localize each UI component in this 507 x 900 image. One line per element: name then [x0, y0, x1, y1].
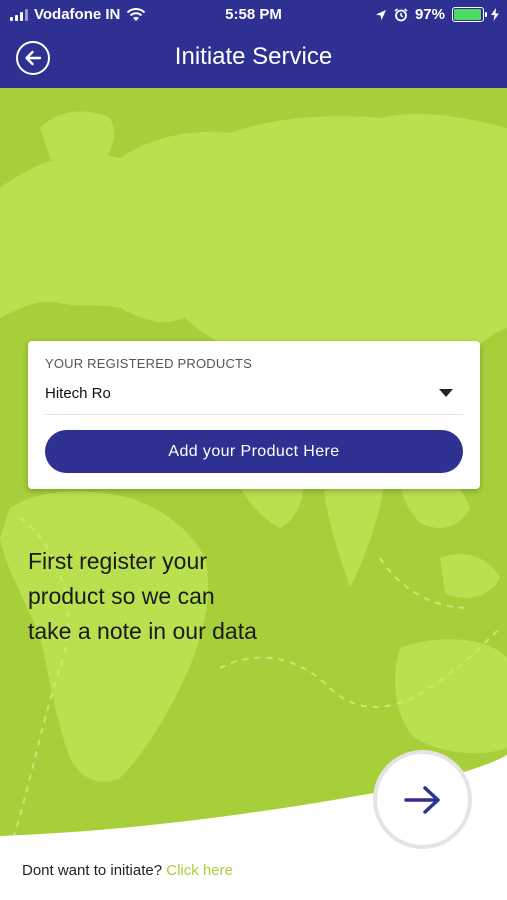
status-bar: Vodafone IN 5:58 PM 97% [0, 0, 507, 30]
dropdown-arrow-icon [439, 389, 453, 397]
next-button[interactable] [373, 750, 472, 849]
alarm-icon [394, 7, 408, 21]
arrow-right-icon [403, 785, 440, 814]
battery-icon [452, 7, 487, 22]
add-product-button[interactable]: Add your Product Here [45, 430, 463, 473]
header-bar: Vodafone IN 5:58 PM 97% Initiate Service [0, 0, 507, 88]
footer-prompt: Dont want to initiate? [22, 862, 163, 879]
page-title: Initiate Service [174, 43, 333, 70]
selected-product: Hitech Ro [45, 385, 111, 402]
info-line-2: product so we can [28, 583, 215, 609]
info-line-1: First register your [28, 548, 207, 574]
info-line-3: take a note in our data [28, 618, 257, 644]
status-right: 97% [375, 6, 499, 23]
location-icon [375, 9, 386, 20]
product-select[interactable]: Hitech Ro [45, 377, 463, 415]
info-text: First register your product so we can ta… [28, 544, 328, 649]
charging-icon [491, 8, 499, 21]
product-card: YOUR REGISTERED PRODUCTS Hitech Ro Add y… [28, 341, 480, 489]
registered-products-label: YOUR REGISTERED PRODUCTS [45, 356, 253, 371]
footer: Dont want to initiate? Click here [22, 862, 233, 879]
click-here-link[interactable]: Click here [166, 862, 233, 879]
battery-percent: 97% [414, 6, 445, 23]
